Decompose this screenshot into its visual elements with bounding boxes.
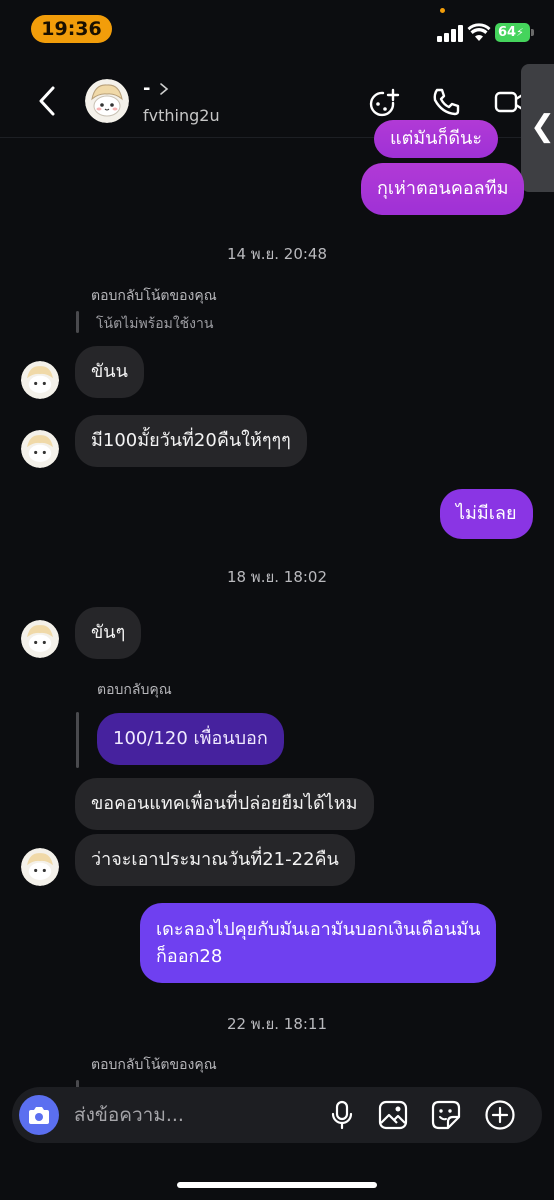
chevron-right-icon[interactable]	[158, 82, 170, 96]
message-line: เดะลองไปคุยกับมันเอามันบอกเงินเดือนมัน	[156, 919, 481, 940]
contact-handle[interactable]: fvthing2u	[143, 106, 220, 125]
battery-indicator: 64⚡	[495, 23, 530, 42]
message-composer	[12, 1087, 542, 1143]
plus-circle-icon[interactable]	[484, 1099, 516, 1131]
battery-level: 64	[498, 25, 517, 40]
message-incoming[interactable]: มี100มั้ยวันที่20คืนให้ๆๆๆ	[75, 415, 307, 467]
phone-icon[interactable]	[428, 84, 464, 120]
contact-name[interactable]: -	[143, 78, 150, 99]
camera-indicator-dot	[440, 8, 445, 13]
message-outgoing-multiline[interactable]: เดะลองไปคุยกับมันเอามันบอกเงินเดือนมัน ก…	[140, 903, 497, 983]
game-controller-icon[interactable]	[366, 84, 402, 120]
reply-quote-bar	[76, 712, 79, 768]
camera-icon	[29, 1107, 49, 1124]
message-line: ก็ออก28	[156, 946, 223, 967]
contact-avatar-small[interactable]	[21, 848, 59, 886]
message-incoming[interactable]: ขันน	[75, 346, 144, 398]
battery-cap	[531, 29, 534, 36]
home-indicator[interactable]	[177, 1182, 377, 1188]
contact-avatar[interactable]	[85, 79, 129, 123]
message-outgoing[interactable]: ไม่มีเลย	[440, 489, 533, 539]
image-icon[interactable]	[377, 1099, 409, 1131]
contact-avatar-small[interactable]	[21, 620, 59, 658]
reply-context-label: ตอบกลับคุณ	[97, 682, 172, 698]
message-outgoing[interactable]: กุเห่าตอนคอลทีม	[361, 163, 525, 215]
message-input[interactable]	[74, 1101, 314, 1129]
chevron-left-icon: ❮	[530, 109, 554, 144]
status-time: 19:36	[31, 15, 112, 43]
message-incoming[interactable]: ว่าจะเอาประมาณวันที่21-22คืน	[75, 834, 355, 886]
back-icon[interactable]	[33, 84, 63, 118]
message-outgoing-partial[interactable]: แต่มันก็ดีนะ	[374, 120, 499, 158]
cellular-signal-icon	[437, 25, 464, 42]
sticker-icon[interactable]	[430, 1099, 462, 1131]
contact-avatar-small[interactable]	[21, 361, 59, 399]
message-incoming[interactable]: ขอคอนแทคเพื่อนที่ปล่อยยืมได้ไหม	[75, 778, 374, 830]
reply-context-label: ตอบกลับโน้ตของคุณ	[91, 288, 217, 304]
side-panel-handle[interactable]: ❮	[521, 64, 554, 192]
contact-avatar-small[interactable]	[21, 430, 59, 468]
reply-context-label: ตอบกลับโน้ตของคุณ	[91, 1057, 217, 1073]
timestamp-divider: 14 พ.ย. 20:48	[226, 245, 328, 263]
message-incoming[interactable]: ขันๆ	[75, 607, 142, 659]
reply-quote-text: โน้ตไม่พร้อมใช้งาน	[96, 316, 214, 332]
reply-quote-bubble[interactable]: 100/120 เพื่อนบอก	[97, 713, 284, 765]
charging-bolt-icon: ⚡	[516, 26, 524, 39]
timestamp-divider: 22 พ.ย. 18:11	[226, 1015, 328, 1033]
status-bar: 19:36 64⚡	[0, 0, 554, 58]
timestamp-divider: 18 พ.ย. 18:02	[226, 568, 328, 586]
microphone-icon[interactable]	[326, 1099, 358, 1131]
wifi-icon	[467, 23, 491, 41]
camera-button[interactable]	[19, 1095, 59, 1135]
